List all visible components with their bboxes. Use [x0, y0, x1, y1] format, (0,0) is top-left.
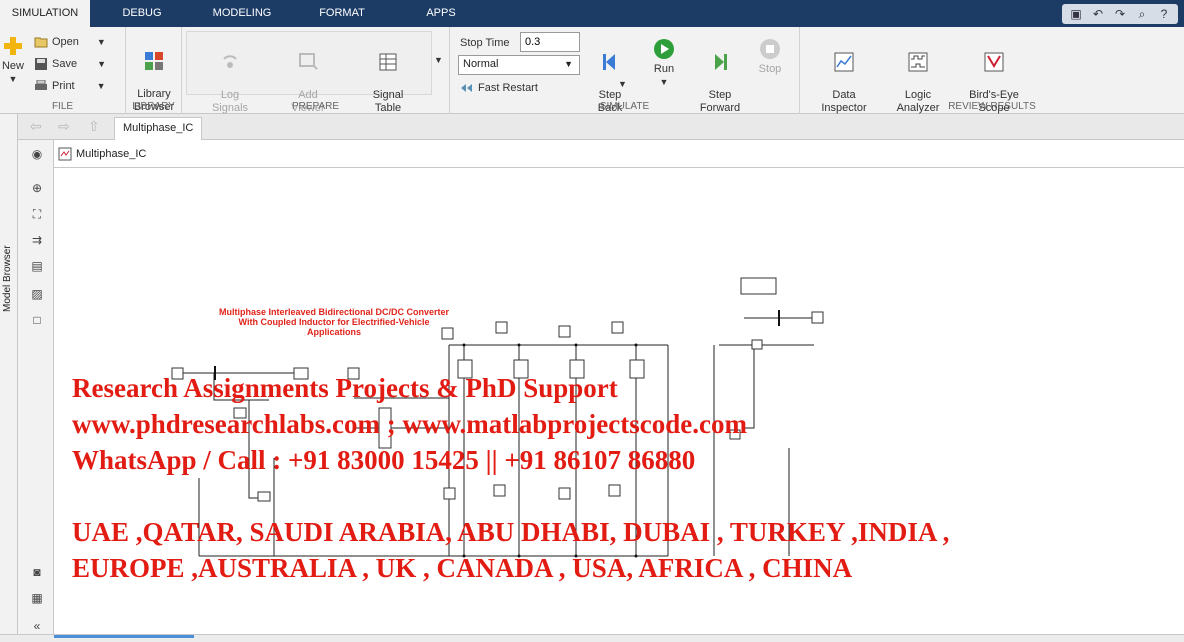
- folder-icon: [34, 37, 48, 48]
- model-title-line-2: With Coupled Inductor for Electrified-Ve…: [238, 317, 430, 327]
- explorer-icon[interactable]: ▦: [29, 590, 45, 606]
- tab-simulation[interactable]: SIMULATION: [0, 0, 90, 27]
- table-icon: [379, 53, 397, 71]
- arrow-icon[interactable]: ⇉: [29, 232, 45, 248]
- hide-show-icon[interactable]: ◉: [29, 146, 45, 162]
- data-inspector-icon: [834, 52, 854, 72]
- forward-arrow-icon[interactable]: ⇨: [58, 118, 70, 135]
- plus-icon: [4, 37, 22, 55]
- save-button[interactable]: Save ▼: [34, 56, 106, 72]
- model-browser-toggle[interactable]: Model Browser: [1, 234, 17, 314]
- prepare-gallery-expand-icon[interactable]: ▼: [434, 55, 443, 65]
- fit-view-icon[interactable]: ⛶: [29, 206, 45, 222]
- model-browser-panel[interactable]: Model Browser: [0, 114, 18, 642]
- breadcrumb: Multiphase_IC: [54, 140, 1184, 168]
- tab-multiphase-ic[interactable]: Multiphase_IC: [114, 117, 203, 140]
- quick-access-toolbar: ▣ ↶ ↷ ⌕ ?: [1062, 4, 1178, 24]
- new-button[interactable]: New ▼: [0, 35, 26, 86]
- open-button[interactable]: Open ▼: [34, 34, 106, 50]
- status-bar: [0, 634, 1184, 642]
- simulation-mode-select[interactable]: Normal ▼: [458, 55, 580, 75]
- stop-time-label: Stop Time: [460, 37, 510, 49]
- ribbon: New ▼ Open ▼ Save ▼ Print ▼ FILE Library Bro…: [0, 27, 1184, 114]
- watermark-spacer: [72, 478, 949, 514]
- fast-restart-label: Fast Restart: [478, 82, 538, 94]
- search-icon[interactable]: ⌕: [1134, 7, 1150, 22]
- watermark-line-2: www.phdresearchlabs.com ; www.matlabproj…: [72, 409, 747, 439]
- breadcrumb-model[interactable]: Multiphase_IC: [76, 148, 146, 160]
- birds-eye-icon: [984, 52, 1004, 72]
- image-icon[interactable]: ▨: [29, 286, 45, 302]
- editor-tab-row: ⇦ ⇨ ⇧ Multiphase_IC: [18, 114, 1184, 140]
- printer-icon: [35, 80, 47, 90]
- play-icon: [654, 39, 674, 59]
- model-title-line-1: Multiphase Interleaved Bidirectional DC/…: [218, 307, 450, 317]
- tab-debug[interactable]: DEBUG: [110, 0, 174, 27]
- section-library: Library Browser LIBRARY: [126, 27, 182, 114]
- new-label: New: [1, 60, 24, 72]
- print-label: Print: [52, 80, 75, 92]
- section-title-simulate: SIMULATE: [599, 101, 650, 112]
- open-label: Open: [52, 36, 79, 48]
- section-title-file: FILE: [51, 101, 74, 112]
- back-arrow-icon[interactable]: ⇦: [30, 118, 42, 135]
- fast-restart-icon: [461, 84, 472, 92]
- camera-icon[interactable]: ◙: [29, 564, 45, 580]
- section-review-results: Data Inspector Logic Analyzer Bird's-Eye…: [800, 27, 1184, 114]
- section-title-library: LIBRARY: [132, 101, 175, 112]
- step-back-icon: [603, 54, 615, 70]
- viewer-icon: [299, 53, 318, 70]
- stop-label: Stop: [758, 63, 782, 75]
- chevron-down-icon: ▼: [564, 59, 573, 69]
- floppy-icon: [35, 58, 47, 70]
- logic-analyzer-icon: [908, 52, 928, 72]
- ribbon-tab-strip: SIMULATION DEBUG MODELING FORMAT APPS ▣ …: [0, 0, 1184, 27]
- stop-time-input[interactable]: [520, 32, 580, 52]
- save-label: Save: [52, 58, 78, 70]
- simulation-mode-value: Normal: [463, 58, 499, 70]
- run-button[interactable]: Run ▼: [646, 38, 682, 89]
- collapse-icon[interactable]: «: [29, 618, 45, 634]
- antenna-icon: [223, 55, 237, 68]
- watermark-line-5: UAE ,QATAR, SAUDI ARABIA, ABU DHABI, DUB…: [72, 517, 950, 547]
- tab-modeling[interactable]: MODELING: [206, 0, 278, 27]
- print-button[interactable]: Print ▼: [34, 78, 106, 94]
- tab-format[interactable]: FORMAT: [310, 0, 374, 27]
- model-title-line-3: Applications: [306, 327, 361, 337]
- up-arrow-icon[interactable]: ⇧: [88, 118, 100, 135]
- status-progress-bar: [54, 635, 194, 638]
- section-prepare: Log Signals Add Viewer Signal Table ▼ PR…: [182, 27, 450, 114]
- undo-icon[interactable]: ↶: [1090, 7, 1106, 21]
- redo-icon[interactable]: ↷: [1112, 7, 1128, 21]
- watermark-line-3: WhatsApp / Call : +91 83000 15425 || +91…: [72, 445, 696, 475]
- watermark-line-6: EUROPE ,AUSTRALIA , UK , CANADA , USA, A…: [72, 553, 853, 583]
- zoom-icon[interactable]: ⊕: [29, 180, 45, 196]
- canvas-palette: ◉ ⊕ ⛶ ⇉ ▤ ▨ □ ◙ ▦ «: [18, 140, 54, 642]
- model-canvas[interactable]: Multiphase Interleaved Bidirectional DC/…: [54, 168, 1184, 634]
- stop-icon: [760, 39, 780, 59]
- watermark-line-1: Research Assignments Projects & PhD Supp…: [72, 373, 618, 403]
- stop-button[interactable]: Stop: [752, 38, 788, 76]
- model-browser-label: Model Browser: [2, 245, 13, 312]
- run-label: Run: [653, 63, 675, 75]
- fast-restart-button[interactable]: Fast Restart: [460, 80, 538, 96]
- step-forward-icon: [715, 54, 727, 70]
- model-icon: [58, 147, 72, 160]
- tab-apps[interactable]: APPS: [418, 0, 464, 27]
- save-quick-icon[interactable]: ▣: [1068, 7, 1084, 21]
- section-file: New ▼ Open ▼ Save ▼ Print ▼ FILE: [0, 27, 126, 114]
- area-icon[interactable]: □: [29, 312, 45, 328]
- section-title-review: REVIEW RESULTS: [948, 101, 1036, 112]
- section-title-prepare: PREPARE: [291, 101, 340, 112]
- watermark-overlay: Research Assignments Projects & PhD Supp…: [72, 370, 949, 586]
- help-icon[interactable]: ?: [1156, 7, 1172, 21]
- model-title-annotation[interactable]: Multiphase Interleaved Bidirectional DC/…: [194, 307, 474, 337]
- annotation-icon[interactable]: ▤: [29, 258, 45, 274]
- grid-icon: [145, 52, 163, 70]
